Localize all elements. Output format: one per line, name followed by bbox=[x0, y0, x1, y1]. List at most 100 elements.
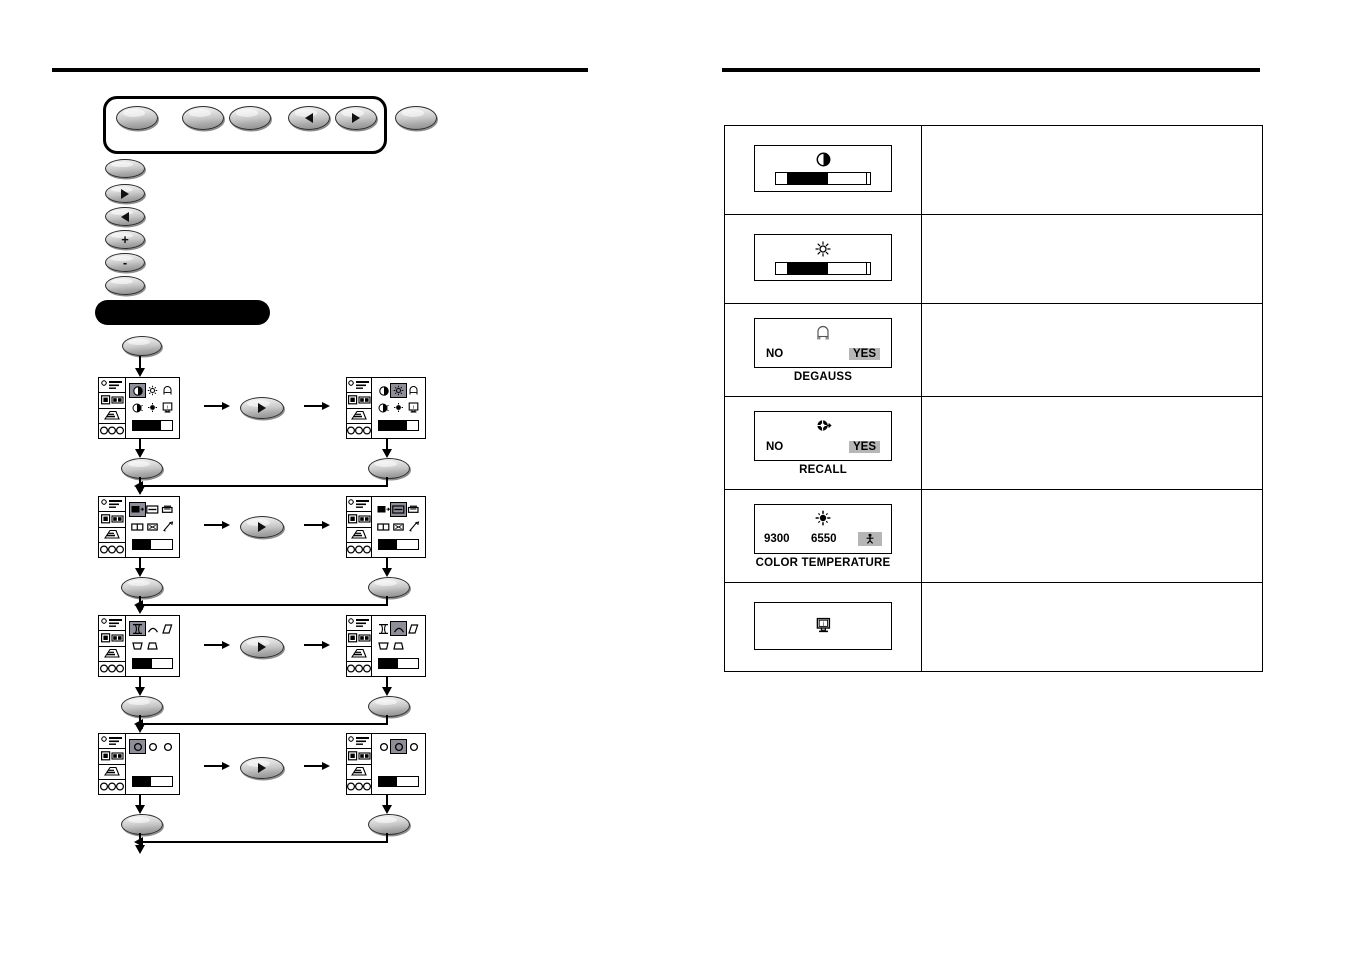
osd-icon-v-size[interactable] bbox=[390, 502, 407, 517]
osd-icon-pin-balance[interactable] bbox=[145, 622, 160, 635]
osd-slider[interactable] bbox=[378, 539, 419, 550]
flow-exit-button-4-left[interactable] bbox=[121, 814, 163, 835]
osd-slider[interactable] bbox=[132, 420, 173, 431]
osd-icon-h-width[interactable] bbox=[376, 520, 391, 533]
osd-category-color[interactable] bbox=[347, 780, 371, 794]
option-yes-selected[interactable]: YES bbox=[848, 440, 880, 453]
flow-exit-button-2-left[interactable] bbox=[121, 577, 163, 598]
legend-button-right[interactable] bbox=[105, 184, 145, 203]
osd-icon-pincushion[interactable] bbox=[129, 621, 146, 636]
option-9300[interactable]: 9300 bbox=[764, 533, 790, 545]
osd-category-geometry[interactable] bbox=[347, 749, 371, 765]
osd-category-distortion[interactable] bbox=[347, 765, 371, 780]
osd-icon-volume[interactable] bbox=[376, 401, 391, 414]
osd-icon-information[interactable]: i bbox=[160, 401, 175, 414]
flow-entry-button[interactable] bbox=[122, 336, 162, 356]
osd-category-picture[interactable] bbox=[347, 616, 371, 632]
legend-button-plus[interactable]: + bbox=[105, 230, 145, 249]
legend-button-left[interactable] bbox=[105, 207, 145, 226]
option-6550[interactable]: 6550 bbox=[811, 533, 837, 545]
option-no[interactable]: NO bbox=[766, 441, 783, 453]
flow-exit-button-1-right[interactable] bbox=[368, 458, 410, 479]
osd-category-picture[interactable] bbox=[99, 497, 125, 513]
osd-icon-degauss[interactable] bbox=[160, 384, 175, 397]
osd-slider[interactable] bbox=[378, 658, 419, 669]
osd-icon-circle-3[interactable] bbox=[160, 740, 175, 753]
osd-icon-h-size[interactable] bbox=[406, 503, 421, 516]
osd-icon-parallelogram[interactable] bbox=[406, 622, 421, 635]
osd-category-geometry[interactable] bbox=[99, 631, 125, 647]
osd-slider[interactable] bbox=[132, 658, 173, 669]
osd-icon-v-size[interactable] bbox=[145, 503, 160, 516]
osd-icon-circle-2[interactable] bbox=[145, 740, 160, 753]
panel-button-left[interactable] bbox=[288, 106, 330, 130]
flow-exit-button-4-right[interactable] bbox=[368, 814, 410, 835]
osd-category-picture[interactable] bbox=[347, 734, 371, 750]
osd-icon-contrast[interactable] bbox=[129, 383, 146, 398]
option-yes-selected[interactable]: YES bbox=[848, 347, 880, 360]
osd-icon-trapezoid[interactable] bbox=[376, 639, 391, 652]
panel-button-6[interactable] bbox=[395, 106, 437, 130]
legend-button-minus[interactable]: - bbox=[105, 253, 145, 272]
osd-category-picture[interactable] bbox=[99, 616, 125, 632]
osd-icon-volume[interactable] bbox=[130, 401, 145, 414]
osd-slider[interactable] bbox=[378, 776, 419, 787]
osd-icon-h-size[interactable] bbox=[160, 503, 175, 516]
osd-icon-circle-3[interactable] bbox=[406, 740, 421, 753]
osd-category-picture[interactable] bbox=[347, 378, 371, 394]
osd-icon-circle-2[interactable] bbox=[390, 739, 407, 754]
osd-slider[interactable] bbox=[132, 539, 173, 550]
osd-icon-trapezoid-inv[interactable] bbox=[391, 639, 406, 652]
osd-icon-circle-1[interactable] bbox=[129, 739, 146, 754]
flow-nav-button-1[interactable] bbox=[240, 397, 284, 419]
panel-button-3[interactable] bbox=[229, 106, 271, 130]
osd-icon-degauss[interactable] bbox=[406, 384, 421, 397]
osd-icon-pincushion[interactable] bbox=[376, 622, 391, 635]
osd-category-color[interactable] bbox=[99, 780, 125, 794]
flow-exit-button-3-left[interactable] bbox=[121, 696, 163, 717]
brightness-slider[interactable] bbox=[775, 262, 871, 275]
panel-button-2[interactable] bbox=[182, 106, 224, 130]
osd-icon-v-center[interactable] bbox=[391, 520, 406, 533]
option-no[interactable]: NO bbox=[766, 348, 783, 360]
osd-category-color[interactable] bbox=[99, 662, 125, 676]
osd-icon-v-center[interactable] bbox=[145, 520, 160, 533]
flow-exit-button-1-left[interactable] bbox=[121, 458, 163, 479]
osd-icon-parallelogram[interactable] bbox=[160, 622, 175, 635]
osd-category-distortion[interactable] bbox=[347, 528, 371, 543]
osd-category-color[interactable] bbox=[347, 543, 371, 557]
osd-category-picture[interactable] bbox=[99, 378, 125, 394]
osd-category-geometry[interactable] bbox=[99, 393, 125, 409]
osd-category-distortion[interactable] bbox=[347, 409, 371, 424]
osd-icon-trapezoid[interactable] bbox=[130, 639, 145, 652]
osd-category-color[interactable] bbox=[347, 424, 371, 438]
osd-category-geometry[interactable] bbox=[347, 512, 371, 528]
osd-icon-contrast[interactable] bbox=[376, 384, 391, 397]
contrast-slider[interactable] bbox=[775, 172, 871, 185]
osd-category-distortion[interactable] bbox=[99, 409, 125, 424]
flow-exit-button-2-right[interactable] bbox=[368, 577, 410, 598]
osd-category-color[interactable] bbox=[99, 543, 125, 557]
osd-icon-pin-balance[interactable] bbox=[390, 621, 407, 636]
osd-icon-h-position[interactable] bbox=[129, 502, 146, 517]
panel-button-1[interactable] bbox=[116, 106, 158, 130]
osd-category-picture[interactable] bbox=[99, 734, 125, 750]
flow-nav-button-2[interactable] bbox=[240, 516, 284, 538]
osd-category-geometry[interactable] bbox=[99, 749, 125, 765]
legend-button-6[interactable] bbox=[105, 276, 145, 295]
osd-category-geometry[interactable] bbox=[347, 393, 371, 409]
option-user-selected[interactable] bbox=[858, 531, 882, 546]
osd-icon-trapezoid-inv[interactable] bbox=[145, 639, 160, 652]
osd-category-distortion[interactable] bbox=[99, 528, 125, 543]
osd-icon-moire[interactable] bbox=[160, 520, 175, 533]
osd-category-color[interactable] bbox=[99, 424, 125, 438]
osd-category-picture[interactable] bbox=[347, 497, 371, 513]
osd-category-distortion[interactable] bbox=[99, 765, 125, 780]
osd-icon-brightness-fine[interactable] bbox=[391, 401, 406, 414]
osd-category-distortion[interactable] bbox=[347, 647, 371, 662]
osd-icon-h-position[interactable] bbox=[376, 503, 391, 516]
osd-icon-brightness[interactable] bbox=[390, 383, 407, 398]
flow-exit-button-3-right[interactable] bbox=[368, 696, 410, 717]
flow-nav-button-4[interactable] bbox=[240, 757, 284, 779]
osd-category-geometry[interactable] bbox=[347, 631, 371, 647]
